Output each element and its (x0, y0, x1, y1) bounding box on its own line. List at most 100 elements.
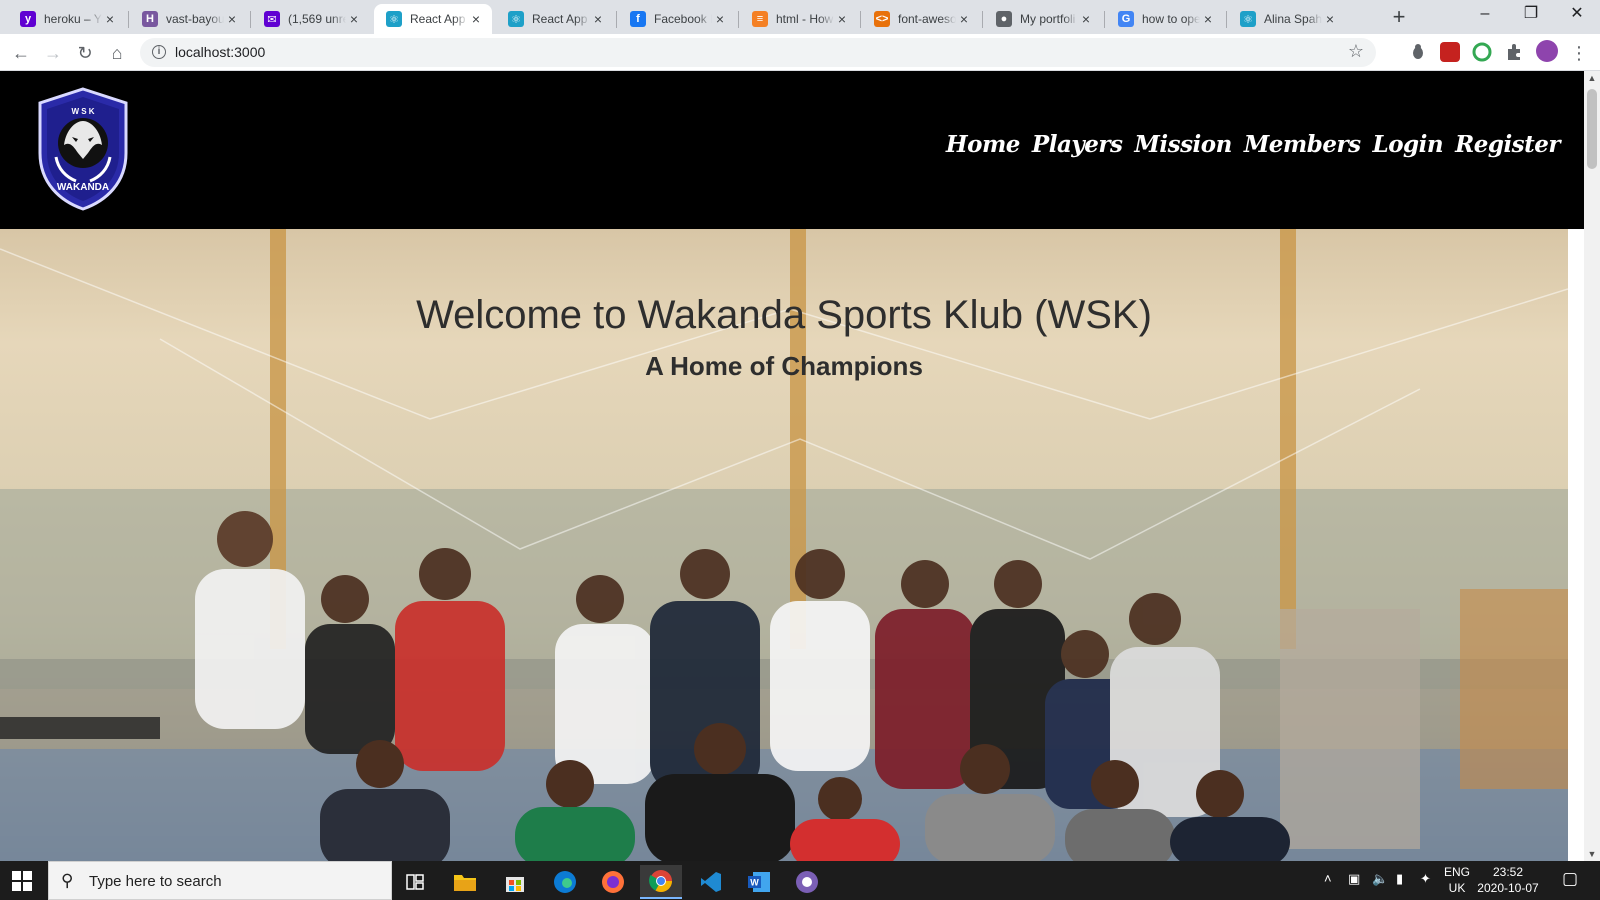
profile-avatar[interactable] (1536, 40, 1558, 62)
close-tab-icon[interactable]: × (224, 11, 240, 27)
tab-separator (982, 11, 983, 28)
forward-button[interactable]: → (40, 40, 66, 66)
tab-separator (1104, 11, 1105, 28)
scroll-thumb[interactable] (1587, 89, 1597, 169)
yahoo-icon: y (20, 11, 36, 27)
wifi-icon[interactable]: ✦ (1420, 871, 1431, 887)
browser-tab[interactable]: y heroku – Ya × (8, 4, 126, 34)
browser-tab[interactable]: f Facebook I × (618, 4, 736, 34)
bookmark-star-icon[interactable]: ☆ (1348, 41, 1364, 62)
battery-icon[interactable]: ▮ (1396, 871, 1403, 887)
react-icon: ⚛ (508, 11, 524, 27)
close-tab-icon[interactable]: × (1322, 11, 1338, 27)
back-button[interactable]: ← (8, 40, 34, 66)
scroll-down-arrow[interactable]: ▼ (1584, 849, 1600, 859)
scroll-up-arrow[interactable]: ▲ (1584, 73, 1600, 83)
word-icon[interactable]: W (738, 865, 780, 899)
browser-tab[interactable]: Ghow to ope × (1106, 4, 1224, 34)
nav-link-login[interactable]: Login (1373, 131, 1444, 158)
address-url[interactable]: localhost:3000 (175, 44, 265, 60)
language-indicator[interactable]: ENG UK (1444, 864, 1470, 896)
logo-letters: W S K (71, 107, 94, 116)
tab-title: React App (532, 12, 588, 26)
reload-button[interactable]: ↻ (72, 40, 98, 66)
tab-separator (250, 11, 251, 28)
nav-link-home[interactable]: Home (946, 131, 1021, 158)
store-icon[interactable] (494, 865, 536, 899)
new-tab-button[interactable]: + (1386, 5, 1412, 31)
react-icon: ⚛ (386, 11, 402, 27)
wakanda-logo[interactable]: W S K WAKANDA (36, 87, 130, 211)
tray-chevron-icon[interactable]: ˄ (1324, 871, 1332, 886)
chrome-icon[interactable] (640, 865, 682, 899)
nav-link-mission[interactable]: Mission (1134, 131, 1232, 158)
vscode-icon[interactable] (690, 865, 732, 899)
address-bar[interactable]: i localhost:3000 ☆ (140, 38, 1376, 67)
volume-icon[interactable]: 🔈 (1372, 871, 1388, 887)
close-tab-icon[interactable]: × (590, 11, 606, 27)
edge-icon[interactable] (544, 865, 586, 899)
taskbar-search[interactable]: ⚲ Type here to search (48, 861, 392, 900)
tab-title: My portfoli (1020, 12, 1076, 26)
globe-icon: ● (996, 11, 1012, 27)
green-extension-icon[interactable] (1472, 42, 1492, 62)
close-tab-icon[interactable]: × (834, 11, 850, 27)
hero-title: Welcome to Wakanda Sports Klub (WSK) (416, 293, 1152, 337)
network-status-icon[interactable]: ▣ (1348, 871, 1360, 887)
close-tab-icon[interactable]: × (1078, 11, 1094, 27)
page-scrollbar[interactable]: ▲ ▼ (1584, 71, 1600, 861)
browser-tab[interactable]: ⚛ React App × (374, 4, 492, 34)
nav-link-players[interactable]: Players (1032, 131, 1123, 158)
taskbar-clock[interactable]: 23:52 2020-10-07 (1470, 864, 1546, 896)
red-extension-icon[interactable] (1440, 42, 1460, 62)
close-tab-icon[interactable]: × (712, 11, 728, 27)
windows-start-icon[interactable] (12, 871, 32, 891)
home-button[interactable]: ⌂ (104, 40, 130, 66)
svg-text:W: W (750, 878, 759, 888)
notifications-icon[interactable]: ▢ (1562, 869, 1578, 889)
browser-tab[interactable]: ⚛ React App × (496, 4, 614, 34)
site-info-icon[interactable]: i (152, 45, 166, 59)
close-tab-icon[interactable]: × (468, 11, 484, 27)
hero-subtitle: A Home of Champions (645, 351, 923, 381)
clock-time: 23:52 (1492, 865, 1524, 879)
hero-banner: Welcome to Wakanda Sports Klub (WSK) A H… (0, 229, 1568, 861)
browser-toolbar: ← → ↻ ⌂ i localhost:3000 ☆ (0, 34, 1600, 71)
bug-extension-icon[interactable] (1408, 42, 1428, 62)
tab-title: heroku – Ya (44, 12, 102, 26)
browser-tab[interactable]: <> font-aweso × (862, 4, 980, 34)
close-window-button[interactable]: ✕ (1554, 0, 1600, 30)
tab-title: (1,569 unre (288, 12, 346, 26)
restore-button[interactable]: ❐ (1508, 0, 1554, 30)
app-icon[interactable] (786, 865, 828, 899)
firefox-icon[interactable] (592, 865, 634, 899)
nav-link-register[interactable]: Register (1455, 131, 1560, 158)
main-nav: Home Players Mission Members Login Register (946, 131, 1561, 158)
tab-title: how to ope (1142, 12, 1200, 26)
browser-tab[interactable]: ✉ (1,569 unre × (252, 4, 370, 34)
mail-icon: ✉ (264, 11, 280, 27)
browser-tab[interactable]: ● My portfoli × (984, 4, 1102, 34)
tab-title: vast-bayou (166, 12, 224, 26)
code-icon: <> (874, 11, 890, 27)
tab-title: Facebook I (654, 12, 712, 26)
browser-tab[interactable]: ≡ html - How × (740, 4, 858, 34)
close-tab-icon[interactable]: × (102, 11, 118, 27)
browser-menu-icon[interactable]: ⋮ (1566, 40, 1592, 66)
file-explorer-icon[interactable] (444, 865, 486, 899)
lang-line2: UK (1448, 881, 1466, 895)
browser-tab[interactable]: ⚛ Alina Spah × (1228, 4, 1346, 34)
search-placeholder: Type here to search (89, 873, 222, 890)
close-tab-icon[interactable]: × (346, 11, 362, 27)
stackoverflow-icon: ≡ (752, 11, 768, 27)
extensions-puzzle-icon[interactable] (1504, 42, 1524, 62)
close-tab-icon[interactable]: × (956, 11, 972, 27)
windows-taskbar: ⚲ Type here to search W ˄ ▣ 🔈 ▮ ✦ ENG UK… (0, 861, 1600, 900)
clock-date: 2020-10-07 (1477, 881, 1539, 895)
task-view-icon[interactable] (394, 865, 436, 899)
nav-link-members[interactable]: Members (1244, 131, 1361, 158)
minimize-button[interactable]: – (1462, 0, 1508, 30)
browser-tab[interactable]: Hvast-bayou × (130, 4, 248, 34)
close-tab-icon[interactable]: × (1200, 11, 1216, 27)
site-navbar: W S K WAKANDA Home Players Mission Members L… (0, 71, 1584, 229)
